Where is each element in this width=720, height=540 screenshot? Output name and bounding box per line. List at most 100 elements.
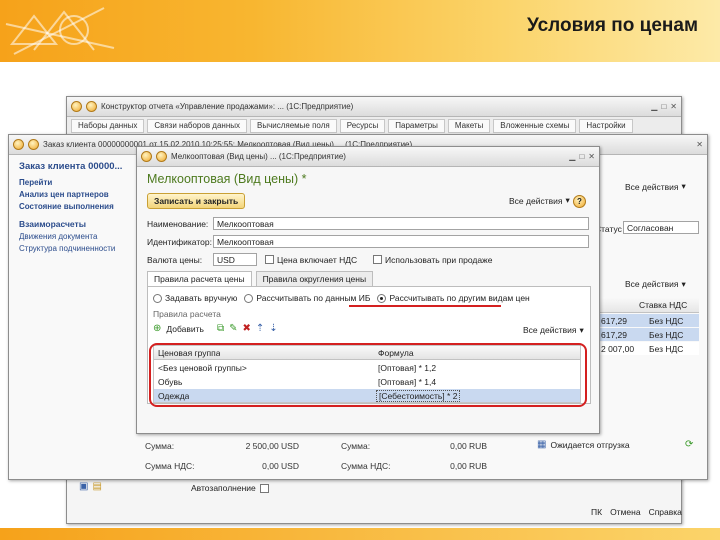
row-amount: 2 007,00 [601, 344, 635, 354]
radio-by-data[interactable] [244, 293, 254, 303]
name-input[interactable]: Мелкооптовая [213, 217, 589, 230]
shipping-status[interactable]: Ожидается отгрузка [550, 440, 629, 450]
price-type-window: Мелкооптовая (Вид цены) ... (1С:Предприя… [136, 146, 600, 434]
id-input[interactable]: Мелкооптовая [213, 235, 589, 248]
radio-by-data-label: Рассчитывать по данным ИБ [256, 293, 371, 303]
save-icon[interactable]: ▣ [79, 481, 88, 492]
order-nav-panel: Заказ клиента 00000... Перейти Анализ це… [19, 161, 137, 253]
id-label: Идентификатор: [147, 237, 212, 247]
report-tabs: Наборы данных Связи наборов данных Вычис… [67, 117, 681, 135]
menu-icon[interactable] [13, 139, 24, 150]
report-window-title: Конструктор отчета «Управление продажами… [101, 102, 354, 111]
chevron-down-icon[interactable]: ▾ [565, 195, 569, 206]
nav-execution-state[interactable]: Состояние выполнения [19, 202, 137, 211]
maximize-icon[interactable]: □ [661, 102, 666, 111]
nav-document-movements[interactable]: Движения документа [19, 232, 137, 241]
vat-rate-header-label: Ставка НДС [639, 300, 688, 310]
use-in-sales-label: Использовать при продаже [385, 255, 493, 265]
row-amount: 617,29 [601, 330, 627, 340]
help-link[interactable]: Справка [649, 507, 682, 517]
copy-icon[interactable]: ⧉ [217, 323, 224, 334]
vat-included-checkbox[interactable] [265, 255, 274, 264]
vat-sum-label: Сумма НДС: [145, 461, 195, 471]
row-vat: Без НДС [649, 316, 684, 326]
close-icon[interactable]: ✕ [588, 152, 595, 161]
back-icon[interactable] [28, 139, 39, 150]
tab-nested-schemas[interactable]: Вложенные схемы [493, 119, 577, 133]
table-row[interactable]: 617,29 Без НДС [599, 314, 699, 327]
nav-partner-prices[interactable]: Анализ цен партнеров [19, 190, 137, 199]
vat2-label: Сумма НДС: [341, 461, 391, 471]
nav-goto[interactable]: Перейти [19, 178, 137, 187]
tab-parameters[interactable]: Параметры [388, 119, 445, 133]
row-vat: Без НДС [649, 330, 684, 340]
ok-link[interactable]: ПК [591, 507, 602, 517]
currency-label: Валюта цены: [147, 255, 203, 265]
footer-band [0, 528, 720, 540]
edit-icon[interactable]: ✎ [229, 323, 237, 334]
tab-resources[interactable]: Ресурсы [339, 119, 386, 133]
table-all-actions[interactable]: Все действия [625, 279, 678, 290]
delete-icon[interactable]: ✖ [243, 323, 251, 334]
move-up-icon[interactable]: ⇡ [256, 323, 264, 334]
order-all-actions[interactable]: Все действия [625, 182, 678, 192]
slide-title: Условия по ценам [526, 15, 698, 36]
price-type-titlebar: Мелкооптовая (Вид цены) ... (1С:Предприя… [137, 147, 599, 167]
tab-calculated-fields[interactable]: Вычисляемые поля [250, 119, 337, 133]
tab-layouts[interactable]: Макеты [447, 119, 491, 133]
price-type-window-title: Мелкооптовая (Вид цены) ... (1С:Предприя… [171, 152, 346, 161]
sum-label: Сумма: [145, 441, 175, 451]
tab-dataset-links[interactable]: Связи наборов данных [147, 119, 247, 133]
menu-icon[interactable] [141, 151, 152, 162]
chevron-down-icon[interactable]: ▾ [681, 181, 685, 192]
chevron-down-icon[interactable]: ▾ [681, 279, 685, 290]
status-field[interactable]: Согласован [623, 221, 699, 234]
move-down-icon[interactable]: ⇣ [269, 323, 277, 334]
sum2-label: Сумма: [341, 441, 371, 451]
close-icon[interactable]: ✕ [670, 102, 677, 111]
row-vat: Без НДС [649, 344, 684, 354]
currency-select[interactable]: USD [213, 253, 257, 266]
vat-sum-value: 0,00 USD [262, 461, 299, 471]
autofill-label: Автозаполнение [191, 483, 256, 493]
row-amount: 617,29 [601, 316, 627, 326]
menu-icon[interactable] [71, 101, 82, 112]
nav-settlements[interactable]: Взаиморасчеты [19, 219, 137, 229]
add-icon[interactable]: ⊕ [153, 323, 161, 334]
back-icon[interactable] [156, 151, 167, 162]
tab-datasets[interactable]: Наборы данных [71, 119, 145, 133]
rule-caption: Правила расчета [153, 309, 221, 319]
order-nav-title: Заказ клиента 00000... [19, 161, 123, 172]
brand-pattern-icon [5, 7, 115, 55]
radio-by-other-prices[interactable] [377, 293, 387, 303]
add-button[interactable]: Добавить [166, 324, 204, 334]
radio-manual[interactable] [153, 293, 162, 303]
close-icon[interactable]: ✕ [696, 140, 703, 149]
form-all-actions[interactable]: Все действия [509, 196, 562, 206]
table-row[interactable]: 2 007,00 Без НДС [599, 342, 699, 355]
maximize-icon[interactable]: □ [579, 152, 584, 161]
chevron-down-icon[interactable]: ▾ [579, 325, 583, 336]
rules-all-actions[interactable]: Все действия [523, 325, 576, 336]
use-in-sales-checkbox[interactable] [373, 255, 382, 264]
nav-subordination-structure[interactable]: Структура подчиненности [19, 244, 137, 253]
sum2-value: 0,00 RUB [450, 441, 487, 451]
vat-rate-header: Ставка НДС [599, 297, 699, 313]
tab-price-rules[interactable]: Правила расчета цены [147, 271, 252, 286]
autofill-checkbox[interactable] [259, 483, 269, 493]
shipping-icon: ▦ [537, 439, 547, 450]
minimize-icon[interactable]: ▁ [651, 102, 657, 111]
radio-by-other-prices-label: Рассчитывать по другим видам цен [389, 293, 530, 303]
table-row[interactable]: 617,29 Без НДС [599, 328, 699, 341]
save-and-close-button[interactable]: Записать и закрыть [147, 193, 246, 209]
folder-icon[interactable]: ▤ [92, 481, 101, 492]
help-button[interactable]: ? [573, 195, 586, 208]
tab-rounding-rules[interactable]: Правила округления цены [255, 271, 374, 286]
report-constructor-titlebar: Конструктор отчета «Управление продажами… [67, 97, 681, 117]
cancel-link[interactable]: Отмена [610, 507, 641, 517]
refresh-icon[interactable]: ⟳ [685, 439, 693, 450]
sum-value: 2 500,00 USD [245, 441, 299, 451]
back-icon[interactable] [86, 101, 97, 112]
minimize-icon[interactable]: ▁ [569, 152, 575, 161]
tab-settings[interactable]: Настройки [579, 119, 633, 133]
